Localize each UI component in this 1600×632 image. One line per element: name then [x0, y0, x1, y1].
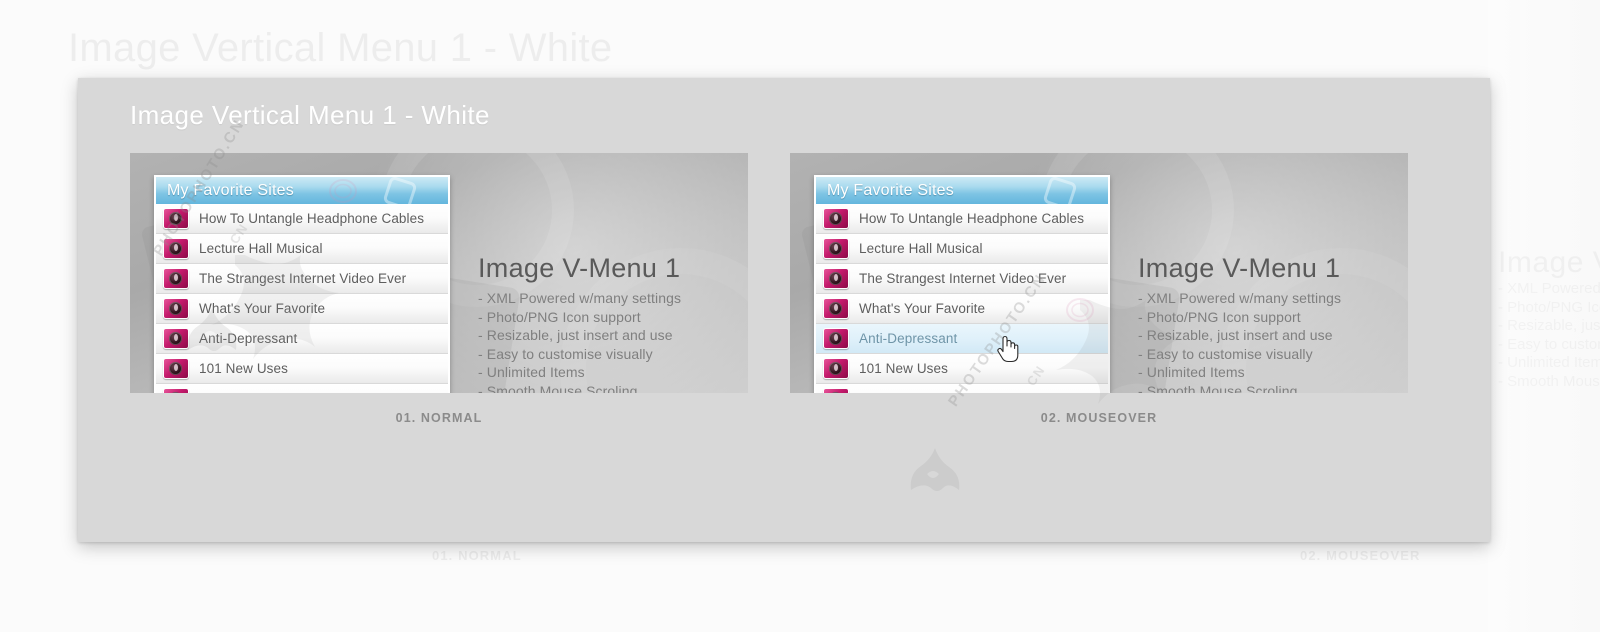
menu-item[interactable]: See Photo's Being Uploaded	[156, 384, 448, 393]
menu-item-label: See Photo's Being Uploaded	[859, 391, 1034, 393]
feature-line: - Unlimited Items	[478, 364, 585, 380]
menu-list: How To Untangle Headphone Cables Lecture…	[156, 204, 448, 393]
feature-line: - Unlimited Items	[1138, 364, 1245, 380]
menu-item-label: How To Untangle Headphone Cables	[199, 211, 425, 226]
menu-item[interactable]: 101 New Uses	[156, 354, 448, 384]
menu-item[interactable]: The Strangest Internet Video Ever	[156, 264, 448, 294]
ghost-feature-line: - Resizable, just insert and use	[1498, 317, 1600, 334]
menu-item-label: How To Untangle Headphone Cables	[859, 211, 1085, 226]
menu-item-hovered[interactable]: Anti-Depressant	[816, 324, 1108, 354]
photo-thumbnail-icon	[163, 298, 189, 319]
menu-list: How To Untangle Headphone Cables Lecture…	[816, 204, 1108, 393]
menu-item-label: 101 New Uses	[859, 361, 948, 376]
photo-thumbnail-icon	[823, 358, 849, 379]
menu-header-label: My Favorite Sites	[167, 182, 294, 199]
header-decoration-icon	[382, 177, 418, 204]
feature-line: - XML Powered w/many settings	[478, 290, 682, 306]
photo-thumbnail-icon	[823, 388, 849, 393]
feature-line: - Easy to customise visually	[478, 345, 653, 362]
feature-line: - Photo/PNG Icon support	[478, 308, 641, 325]
menu-item-label: Anti-Depressant	[199, 331, 298, 346]
menu-header-label: My Favorite Sites	[827, 182, 954, 199]
header-decoration-icon	[1042, 177, 1078, 204]
menu-item-label: The Strangest Internet Video Ever	[199, 271, 407, 286]
feature-line: - Photo/PNG Icon support	[1138, 308, 1301, 325]
menu-header: My Favorite Sites	[156, 177, 448, 204]
caption-mouseover: 02. MOUSEOVER	[1040, 411, 1158, 425]
feature-line: - Resizable, just insert and use	[478, 327, 673, 343]
photo-thumbnail-icon	[163, 238, 189, 259]
ghost-feature-title: Image V-Menu 1	[1498, 246, 1600, 279]
feature-line: - Smooth Mouse Scroling	[1138, 382, 1298, 394]
menu-item[interactable]: Anti-Depressant	[156, 324, 448, 354]
feature-line: - XML Powered w/many settings	[1138, 290, 1342, 306]
photo-thumbnail-icon	[823, 268, 849, 289]
menu-item-label: What's Your Favorite	[199, 301, 326, 316]
caption-normal: 01. NORMAL	[395, 411, 483, 425]
menu-item[interactable]: What's Your Favorite	[816, 294, 1108, 324]
menu-item[interactable]: How To Untangle Headphone Cables	[156, 204, 448, 234]
ghost-feature-line: - Easy to customise visually	[1498, 335, 1600, 353]
feature-title: Image V-Menu 1	[1138, 253, 1341, 283]
demo-stage-mouseover: My Favorite Sites How To Untangle Headph…	[790, 153, 1408, 393]
ghost-feature-line: - Unlimited Items	[1498, 354, 1600, 371]
menu-item[interactable]: The Strangest Internet Video Ever	[816, 264, 1108, 294]
feature-line: - Easy to customise visually	[1138, 345, 1313, 362]
photo-thumbnail-icon	[823, 208, 849, 229]
menu-item[interactable]: Lecture Hall Musical	[156, 234, 448, 264]
feature-line: - Smooth Mouse Scroling	[478, 382, 638, 394]
menu-item-label: 101 New Uses	[199, 361, 288, 376]
menu-item-label: Lecture Hall Musical	[199, 241, 323, 256]
menu-item-label: The Strangest Internet Video Ever	[859, 271, 1067, 286]
ghost-caption-mouseover: 02. MOUSEOVER	[1300, 548, 1421, 563]
vertical-menu-mouseover: My Favorite Sites How To Untangle Headph…	[814, 175, 1110, 393]
menu-item[interactable]: What's Your Favorite	[156, 294, 448, 324]
vertical-menu-normal: My Favorite Sites How To Untangle Headph…	[154, 175, 450, 393]
photo-thumbnail-icon	[163, 358, 189, 379]
photo-thumbnail-icon	[163, 208, 189, 229]
photo-thumbnail-icon	[163, 328, 189, 349]
main-panel: Image Vertical Menu 1 - White My Favorit…	[78, 78, 1490, 542]
ghost-feature-line: - XML Powered w/many settings	[1498, 280, 1600, 297]
ghost-page-title: Image Vertical Menu 1 - White	[68, 26, 613, 70]
ghost-feature-block-right: Image V-Menu 1 - XML Powered w/many sett…	[1498, 246, 1600, 391]
menu-item[interactable]: Lecture Hall Musical	[816, 234, 1108, 264]
ghost-feature-line: - Photo/PNG Icon support	[1498, 298, 1600, 316]
feature-block-normal: Image V-Menu 1 - XML Powered w/many sett…	[478, 253, 681, 393]
ghost-caption-normal: 01. NORMAL	[432, 548, 522, 563]
photo-thumbnail-icon	[823, 298, 849, 319]
menu-item[interactable]: How To Untangle Headphone Cables	[816, 204, 1108, 234]
menu-item-label: Lecture Hall Musical	[859, 241, 983, 256]
page-title: Image Vertical Menu 1 - White	[130, 100, 490, 130]
photo-thumbnail-icon	[823, 328, 849, 349]
menu-item-label: What's Your Favorite	[859, 301, 986, 316]
photo-thumbnail-icon	[163, 268, 189, 289]
menu-item[interactable]: 101 New Uses	[816, 354, 1108, 384]
feature-title: Image V-Menu 1	[478, 253, 681, 283]
ghost-feature-line: - Smooth Mouse Scroling	[1498, 372, 1600, 390]
demo-stage-normal: My Favorite Sites How To Untangle Headph…	[130, 153, 748, 393]
photo-thumbnail-icon	[823, 238, 849, 259]
photo-thumbnail-icon	[163, 388, 189, 393]
menu-item-label: Anti-Depressant	[859, 331, 958, 346]
feature-line: - Resizable, just insert and use	[1138, 327, 1333, 343]
feature-block-mouseover: Image V-Menu 1 - XML Powered w/many sett…	[1138, 253, 1341, 393]
menu-item-label: See Photo's Being Uploaded	[199, 391, 374, 393]
right-edge-fade-band	[1488, 0, 1600, 632]
menu-header: My Favorite Sites	[816, 177, 1108, 204]
menu-item[interactable]: See Photo's Being Uploaded	[816, 384, 1108, 393]
